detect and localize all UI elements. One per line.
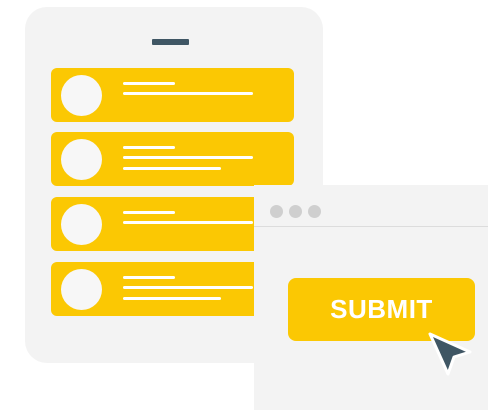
speaker-icon	[152, 39, 189, 45]
avatar	[61, 75, 102, 116]
text-placeholder-line	[123, 146, 175, 149]
window-control-dot[interactable]	[270, 205, 283, 218]
avatar	[61, 269, 102, 310]
avatar	[61, 204, 102, 245]
text-placeholder-line	[123, 156, 253, 159]
window-control-dot[interactable]	[308, 205, 321, 218]
list-item[interactable]	[51, 132, 294, 186]
avatar	[61, 139, 102, 180]
text-placeholder-line	[123, 167, 221, 170]
titlebar-divider	[254, 226, 488, 227]
text-placeholder-line	[123, 92, 253, 95]
text-placeholder-line	[123, 82, 175, 85]
text-placeholder-line	[123, 297, 221, 300]
text-placeholder-line	[123, 211, 175, 214]
text-placeholder-line	[123, 286, 253, 289]
cursor-arrow-icon	[428, 332, 472, 376]
list-item[interactable]	[51, 68, 294, 122]
text-placeholder-line	[123, 221, 253, 224]
window-control-dot[interactable]	[289, 205, 302, 218]
text-placeholder-line	[123, 276, 175, 279]
